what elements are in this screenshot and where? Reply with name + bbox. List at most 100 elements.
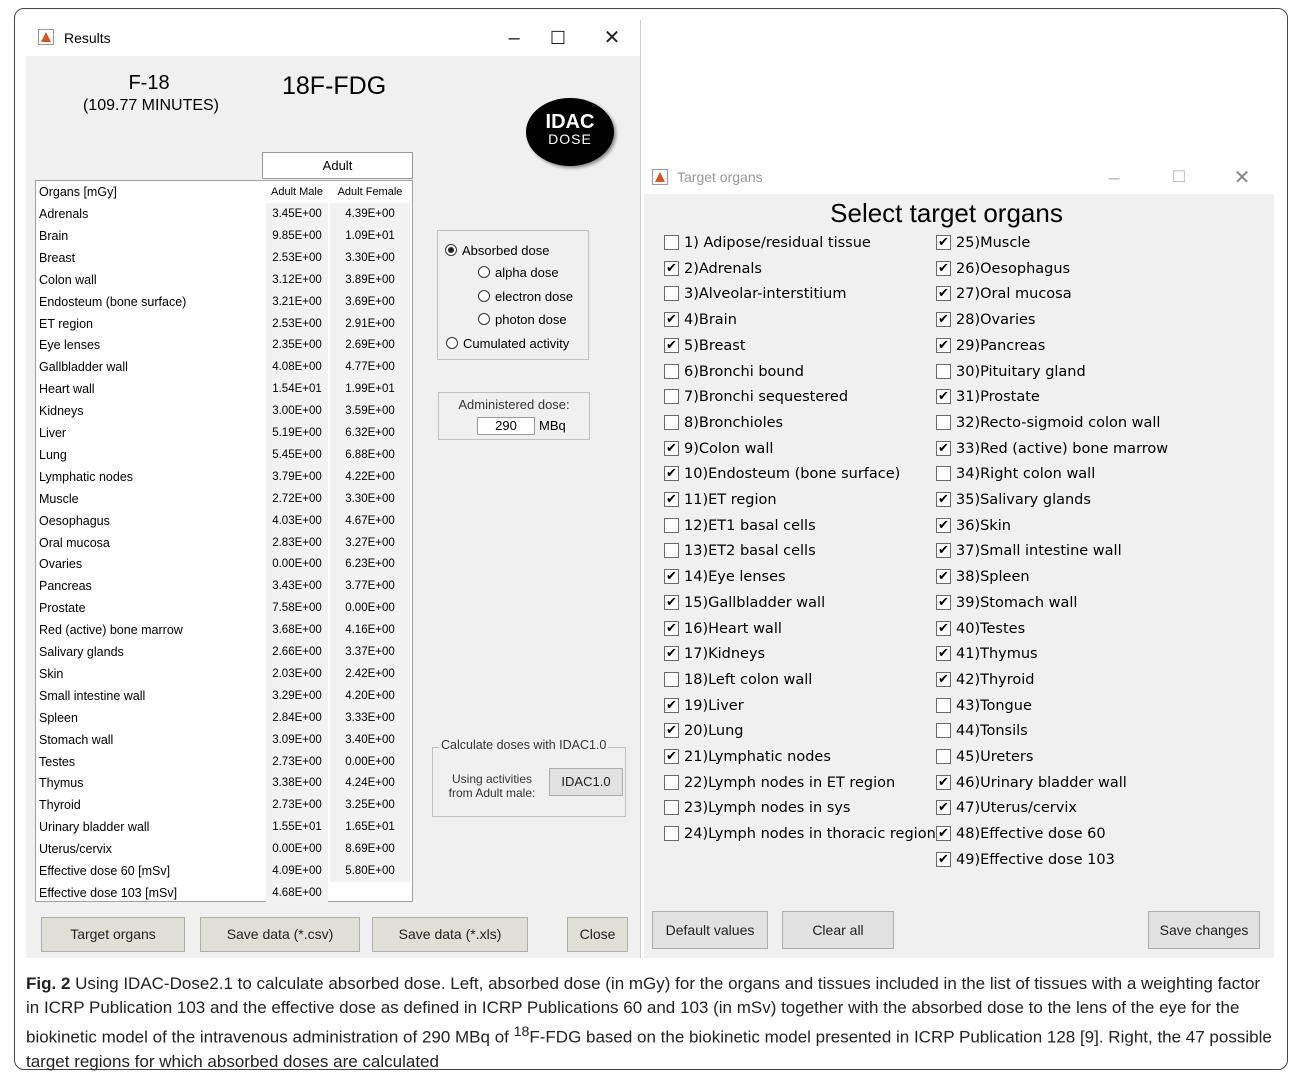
- female-value-cell: 4.67E+00: [330, 509, 410, 532]
- checkmark-icon[interactable]: ✔: [664, 620, 679, 636]
- table-row: Effective dose 60 [mSv] 4.09E+00 5.80E+00: [36, 860, 412, 882]
- radio-button-icon[interactable]: [478, 313, 490, 325]
- checkmark-icon[interactable]: ✔: [936, 260, 951, 276]
- organ-checkbox-label: 43)Tongue: [956, 697, 1032, 714]
- checkbox-icon[interactable]: [664, 414, 679, 430]
- checkmark-icon[interactable]: ✔: [936, 620, 951, 636]
- organ-checkbox-label: 11)ET region: [684, 492, 777, 508]
- clear-all-button[interactable]: Clear all: [782, 911, 894, 949]
- organ-checkbox-label: 47)Uterus/cervix: [956, 800, 1077, 817]
- checkmark-icon[interactable]: ✔: [936, 800, 951, 816]
- radio-button-icon[interactable]: [478, 290, 490, 302]
- female-value-cell: 0.00E+00: [330, 597, 410, 620]
- table-row: Uterus/cervix 0.00E+00 8.69E+00: [36, 838, 412, 861]
- checkbox-icon[interactable]: [664, 774, 679, 790]
- checkbox-icon[interactable]: [936, 723, 951, 739]
- checkbox-icon[interactable]: [664, 286, 679, 302]
- organ-checkbox-label: 33)Red (active) bone marrow: [956, 440, 1169, 457]
- checkmark-icon[interactable]: ✔: [936, 517, 951, 533]
- select-target-organs-heading: Select target organs: [830, 198, 1063, 228]
- checkmark-icon[interactable]: ✔: [664, 466, 679, 482]
- checkmark-icon[interactable]: ✔: [936, 543, 951, 559]
- checkmark-icon[interactable]: ✔: [936, 312, 951, 328]
- checkmark-icon[interactable]: ✔: [664, 646, 679, 662]
- minimize-icon[interactable]: –: [1094, 164, 1134, 192]
- male-value-cell: 7.58E+00: [266, 597, 328, 620]
- organ-cell: Kidneys: [39, 404, 84, 419]
- checkbox-icon[interactable]: [664, 389, 679, 405]
- male-value-cell: 2.53E+00: [266, 312, 328, 335]
- maximize-icon[interactable]: ☐: [1159, 164, 1199, 192]
- table-row: Thymus 3.38E+00 4.24E+00: [36, 772, 412, 795]
- checkbox-icon[interactable]: [664, 826, 679, 842]
- organ-checkbox-label: 8)Bronchioles: [684, 414, 784, 431]
- organ-checkbox-label: 45)Ureters: [956, 749, 1034, 765]
- checkbox-icon[interactable]: [664, 543, 679, 559]
- checkbox-icon[interactable]: [664, 517, 679, 533]
- checkmark-icon[interactable]: ✔: [936, 337, 951, 353]
- close-icon[interactable]: ✕: [592, 24, 632, 52]
- organ-checkbox-label: 38)Spleen: [956, 569, 1030, 586]
- checkbox-icon[interactable]: [936, 697, 951, 713]
- table-row: Red (active) bone marrow 3.68E+00 4.16E+00: [36, 619, 412, 642]
- dose-type-radio-group: Absorbed dose alpha dose electron dose phot…: [437, 230, 589, 360]
- checkbox-icon[interactable]: [664, 235, 679, 250]
- dose-table[interactable]: Organs [mGy] Adult Male Adult Female Adr…: [35, 180, 413, 904]
- checkmark-icon[interactable]: ✔: [936, 851, 951, 867]
- checkbox-icon[interactable]: [664, 671, 679, 687]
- checkmark-icon[interactable]: ✔: [664, 594, 679, 610]
- checkmark-icon[interactable]: ✔: [936, 594, 951, 610]
- checkmark-icon[interactable]: ✔: [936, 389, 951, 405]
- checkmark-icon[interactable]: ✔: [936, 671, 951, 687]
- checkmark-icon[interactable]: ✔: [664, 260, 679, 276]
- target-organs-button[interactable]: Target organs: [41, 917, 185, 952]
- checkmark-icon[interactable]: ✔: [936, 774, 951, 790]
- save-xls-button[interactable]: Save data (*.xls): [372, 917, 528, 952]
- radio-button-icon[interactable]: [446, 337, 458, 349]
- table-row: Effective dose 103 [mSv] 4.68E+00: [36, 881, 412, 904]
- organ-cell: Lymphatic nodes: [39, 469, 134, 484]
- male-value-cell: 2.35E+00: [266, 334, 328, 357]
- table-row: Oesophagus 4.03E+00 4.67E+00: [36, 509, 412, 532]
- checkbox-icon[interactable]: [936, 414, 951, 430]
- radio-button-icon[interactable]: [445, 244, 457, 256]
- checkbox-icon[interactable]: [664, 363, 679, 379]
- dose-option-label: alpha dose: [495, 265, 559, 280]
- female-value-cell: 3.30E+00: [330, 246, 410, 269]
- checkmark-icon[interactable]: ✔: [664, 569, 679, 585]
- checkbox-icon[interactable]: [936, 749, 951, 764]
- save-changes-button[interactable]: Save changes: [1148, 911, 1260, 949]
- checkmark-icon[interactable]: ✔: [936, 646, 951, 662]
- checkbox-icon[interactable]: [936, 466, 951, 482]
- close-icon[interactable]: ✕: [1222, 164, 1262, 192]
- checkmark-icon[interactable]: ✔: [664, 697, 679, 713]
- checkmark-icon[interactable]: ✔: [936, 286, 951, 302]
- close-button[interactable]: Close: [567, 917, 628, 952]
- administered-dose-input[interactable]: 290: [477, 417, 535, 435]
- default-values-button[interactable]: Default values: [652, 911, 768, 949]
- checkmark-icon[interactable]: ✔: [936, 569, 951, 585]
- maximize-icon[interactable]: ☐: [538, 24, 578, 52]
- table-row: Testes 2.73E+00 0.00E+00: [36, 750, 412, 773]
- checkmark-icon[interactable]: ✔: [936, 492, 951, 507]
- organ-checkbox-label: 18)Left colon wall: [684, 671, 813, 688]
- female-value-cell: 2.69E+00: [330, 334, 410, 357]
- checkmark-icon[interactable]: ✔: [936, 826, 951, 842]
- checkmark-icon[interactable]: ✔: [664, 492, 679, 507]
- minimize-icon[interactable]: –: [494, 24, 534, 52]
- checkmark-icon[interactable]: ✔: [664, 723, 679, 739]
- checkbox-icon[interactable]: [664, 800, 679, 816]
- save-csv-button[interactable]: Save data (*.csv): [200, 917, 360, 952]
- administered-dose-panel: Administered dose: 290 MBq: [438, 392, 590, 440]
- radio-button-icon[interactable]: [478, 266, 490, 278]
- checkmark-icon[interactable]: ✔: [936, 235, 951, 250]
- checkmark-icon[interactable]: ✔: [936, 440, 951, 456]
- isotope-label: F-18: [128, 72, 170, 94]
- checkmark-icon[interactable]: ✔: [664, 440, 679, 456]
- checkbox-icon[interactable]: [936, 363, 951, 379]
- idac1-button[interactable]: IDAC1.0: [549, 768, 623, 796]
- checkmark-icon[interactable]: ✔: [664, 312, 679, 328]
- male-value-cell: 4.09E+00: [266, 860, 328, 882]
- checkmark-icon[interactable]: ✔: [664, 337, 679, 353]
- checkmark-icon[interactable]: ✔: [664, 749, 679, 764]
